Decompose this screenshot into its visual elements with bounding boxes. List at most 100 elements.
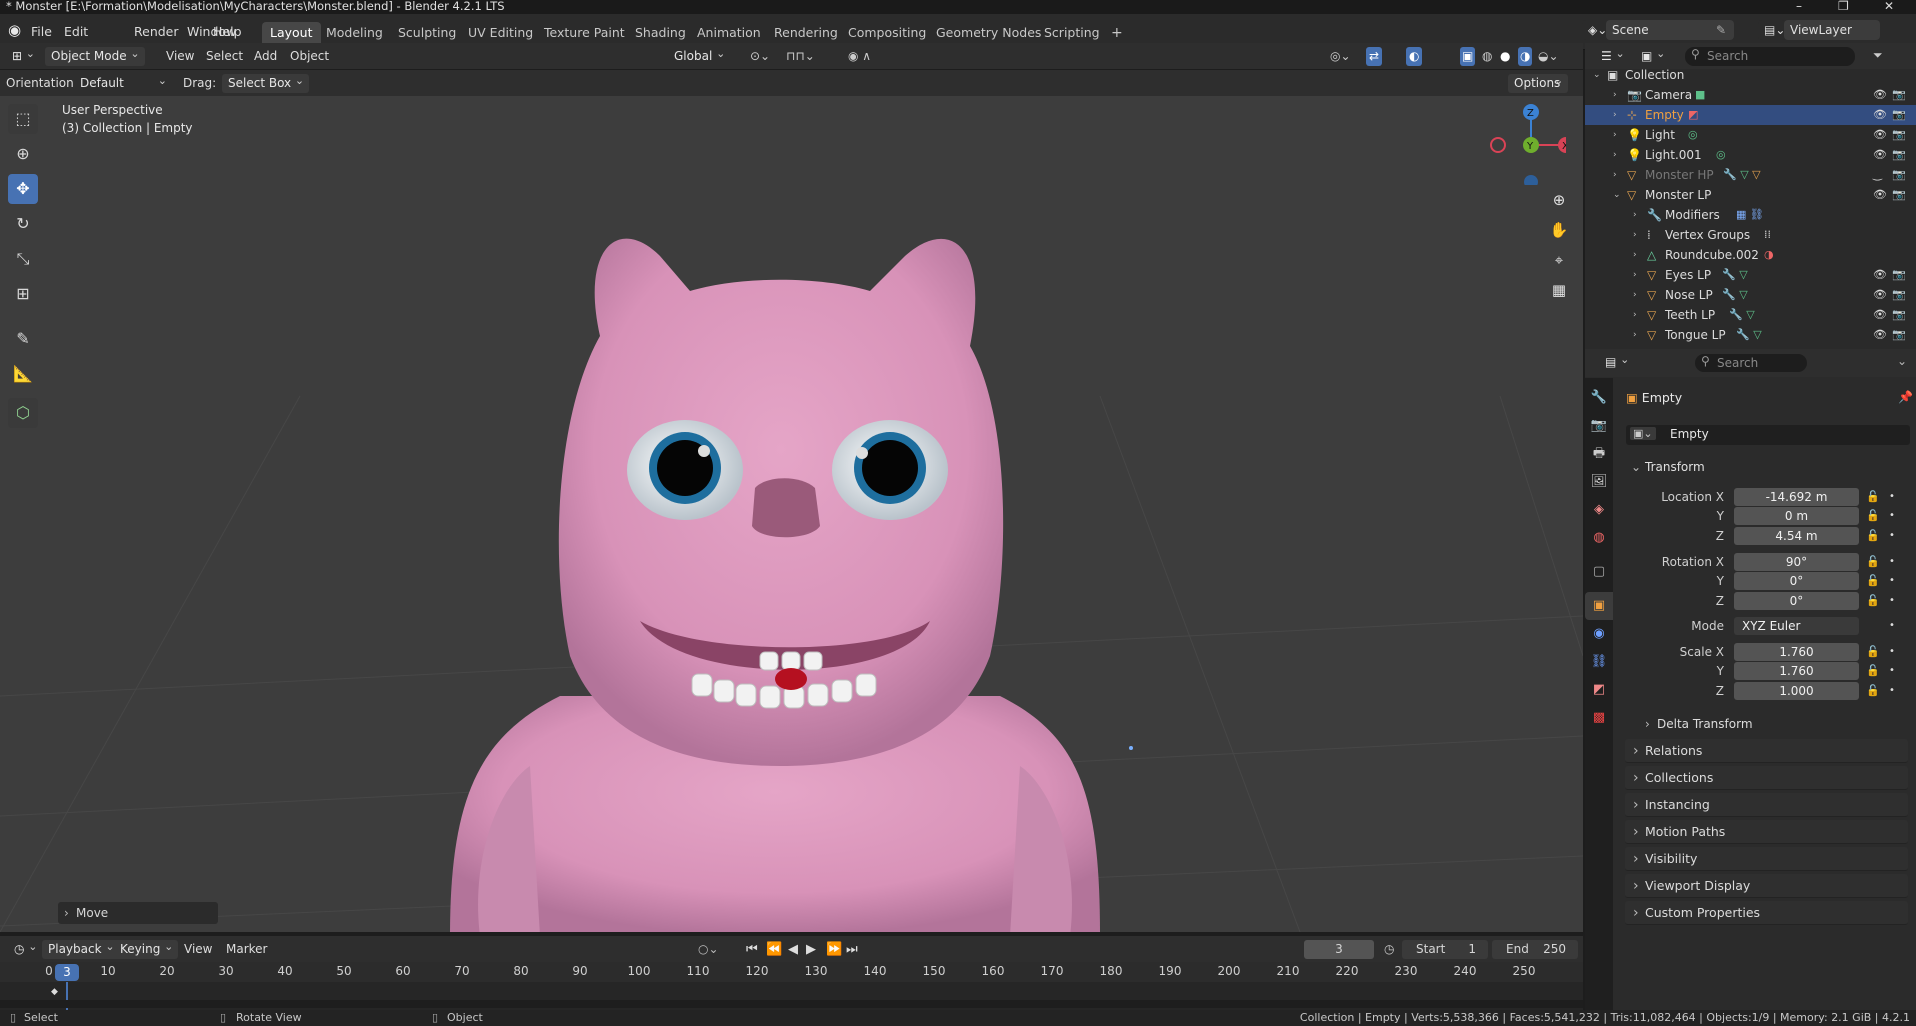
drag-dropdown[interactable]: Select Box — [222, 71, 310, 93]
outliner-item-data-icons[interactable]: ◩ — [1688, 105, 1698, 125]
add-cube-tool-icon[interactable]: ⬡ — [8, 398, 38, 428]
outliner-item-data-icons[interactable]: 🔧 ▽ — [1736, 325, 1762, 345]
rotation-mode-dropdown[interactable]: XYZ Euler — [1734, 617, 1859, 635]
prev-key-icon[interactable]: ⏪ — [766, 940, 782, 959]
transform-tool-icon[interactable]: ⊞ — [8, 279, 38, 309]
keyframe-dot-icon[interactable]: • — [1889, 530, 1895, 541]
outliner-item-data-icons[interactable]: 🔧 ▽ — [1722, 265, 1748, 285]
keying-menu[interactable]: Keying — [114, 937, 179, 959]
lock-icon[interactable]: 🔓 — [1866, 555, 1880, 568]
lock-icon[interactable]: 🔓 — [1866, 594, 1880, 607]
keyframe-dot-icon[interactable]: • — [1889, 595, 1895, 606]
proportional-edit-icon[interactable]: ◉ ∧ — [848, 47, 871, 66]
panel-custom-properties[interactable]: Custom Properties — [1625, 901, 1908, 925]
jump-start-icon[interactable]: ⏮ — [746, 940, 758, 959]
lock-icon[interactable]: 🔓 — [1866, 529, 1880, 542]
navigation-gizmo[interactable]: Z Y X — [1486, 100, 1566, 185]
pivot-icon[interactable]: ⊙⌄ — [750, 47, 770, 66]
measure-tool-icon[interactable]: 📐 — [8, 359, 38, 389]
outliner-item-data-icons[interactable]: ⁞⁞ — [1764, 225, 1771, 245]
maximize-button[interactable]: ❐ — [1838, 0, 1849, 13]
keyframe-dot-icon[interactable]: • — [1889, 665, 1895, 676]
properties-search-input[interactable]: Search — [1695, 354, 1807, 372]
lock-icon[interactable]: 🔓 — [1866, 509, 1880, 522]
keyframe-dot-icon[interactable]: • — [1889, 620, 1895, 631]
display-mode-icon[interactable]: ▣ — [1635, 44, 1671, 66]
close-button[interactable]: ✕ — [1884, 0, 1894, 13]
chevron-down-icon[interactable]: ⌄ — [1897, 354, 1907, 368]
outliner-item-data-icons[interactable]: 🔧 ▽ — [1729, 305, 1755, 325]
tab-animation[interactable]: Animation — [689, 22, 769, 44]
keyframe-dot-icon[interactable]: • — [1889, 575, 1895, 586]
tab-rendering[interactable]: Rendering — [766, 22, 846, 44]
tool-tab-icon[interactable]: 🔧 — [1585, 384, 1613, 412]
pan-hand-icon[interactable]: ✋ — [1546, 217, 1572, 243]
playhead-frame[interactable]: 3 — [55, 964, 79, 981]
rotation-z-field[interactable]: 0° — [1734, 592, 1859, 610]
current-frame-field[interactable]: 3 — [1304, 940, 1374, 959]
last-operator-panel[interactable]: › Move — [58, 902, 218, 924]
outliner-item-light-001[interactable]: › 💡 Light.001 ◎ 👁 📷 — [1585, 145, 1916, 165]
transform-panel-header[interactable]: ⌄ Transform — [1625, 455, 1908, 479]
chevron-down-icon[interactable]: ⌄ — [1613, 185, 1621, 205]
menu-file[interactable]: File — [25, 22, 58, 42]
snap-icon[interactable]: ⊓⊓⌄ — [786, 47, 815, 66]
zoom-icon[interactable]: ⊕ — [1546, 187, 1572, 213]
chevron-right-icon[interactable]: › — [1633, 285, 1637, 305]
location-z-field[interactable]: 4.54 m — [1734, 527, 1859, 545]
tab-layout[interactable]: Layout — [262, 22, 321, 44]
render-tab-icon[interactable]: 📷 — [1585, 412, 1613, 440]
outliner-item-tongue-lp[interactable]: › ▽ Tongue LP 🔧 ▽ 👁 📷 — [1585, 325, 1916, 345]
render-camera-icon[interactable]: 📷 — [1892, 165, 1906, 185]
solid-shading-icon[interactable]: ● — [1500, 47, 1510, 66]
lock-icon[interactable]: 🔓 — [1866, 664, 1880, 677]
eye-icon[interactable]: 👁 — [1873, 185, 1887, 205]
texture-tab-icon[interactable]: ▩ — [1585, 704, 1613, 732]
eye-closed-icon[interactable]: ‿ — [1873, 165, 1882, 185]
wireframe-shading-icon[interactable]: ◍ — [1482, 47, 1492, 66]
keyframe-dot-icon[interactable]: • — [1889, 491, 1895, 502]
rotate-tool-icon[interactable]: ↻ — [8, 209, 38, 239]
start-frame-field[interactable]: Start 1 — [1402, 940, 1488, 959]
chevron-right-icon[interactable]: › — [1633, 225, 1637, 245]
viewlayer-browse-icon[interactable]: ▤⌄ — [1758, 20, 1786, 40]
keyframe-dot-icon[interactable]: • — [1889, 646, 1895, 657]
scale-tool-icon[interactable]: ⤡ — [8, 244, 38, 274]
chevron-right-icon[interactable]: › — [1633, 305, 1637, 325]
transform-orientation-dropdown[interactable]: Global — [668, 44, 731, 66]
render-camera-icon[interactable]: 📷 — [1892, 325, 1906, 345]
object-datablock-field[interactable]: ▣⌄ Empty — [1626, 425, 1910, 445]
render-camera-icon[interactable]: 📷 — [1892, 265, 1906, 285]
clock-icon[interactable]: ◷ — [1384, 940, 1394, 959]
output-tab-icon[interactable]: 🖶 — [1585, 440, 1613, 468]
chevron-right-icon[interactable]: › — [1633, 265, 1637, 285]
gizmo-toggle-icon[interactable]: ⇄ — [1366, 47, 1383, 66]
pin-icon[interactable]: ✎ — [1710, 20, 1730, 40]
move-tool-icon[interactable]: ✥ — [8, 174, 38, 204]
menu-render[interactable]: Render — [128, 22, 185, 42]
menu-help[interactable]: Help — [207, 22, 248, 42]
outliner-item-data-icons[interactable]: ◎ — [1716, 145, 1726, 165]
eye-icon[interactable]: 👁 — [1873, 285, 1887, 305]
outliner-item-modifiers[interactable]: › 🔧 Modifiers ▦ ⛓ — [1585, 205, 1916, 225]
xray-icon[interactable]: ▣ — [1460, 47, 1476, 66]
end-frame-field[interactable]: End 250 — [1492, 940, 1578, 959]
outliner-item-data-icons[interactable]: ▦ ⛓ — [1736, 205, 1764, 225]
scale-z-field[interactable]: 1.000 — [1734, 682, 1859, 700]
eye-icon[interactable]: 👁 — [1873, 265, 1887, 285]
properties-editor-icon[interactable]: ▤ — [1599, 350, 1635, 372]
outliner-item-collection[interactable]: ⌄ ▣ Collection — [1585, 65, 1916, 85]
panel-collections[interactable]: Collections — [1625, 766, 1908, 790]
menu-edit[interactable]: Edit — [58, 22, 94, 42]
lock-icon[interactable]: 🔓 — [1866, 490, 1880, 503]
outliner-item-data-icons[interactable]: 🔧 ▽ — [1722, 285, 1748, 305]
chevron-right-icon[interactable]: › — [1633, 325, 1637, 345]
next-key-icon[interactable]: ⏩ — [826, 940, 842, 959]
panel-visibility[interactable]: Visibility — [1625, 847, 1908, 871]
render-camera-icon[interactable]: 📷 — [1892, 185, 1906, 205]
play-icon[interactable]: ▶ — [806, 940, 816, 959]
outliner-item-data-icons[interactable]: ◎ — [1688, 125, 1698, 145]
tab-sculpting[interactable]: Sculpting — [390, 22, 464, 44]
render-camera-icon[interactable]: 📷 — [1892, 145, 1906, 165]
outliner-item-data-icons[interactable]: ◑ — [1764, 245, 1774, 265]
